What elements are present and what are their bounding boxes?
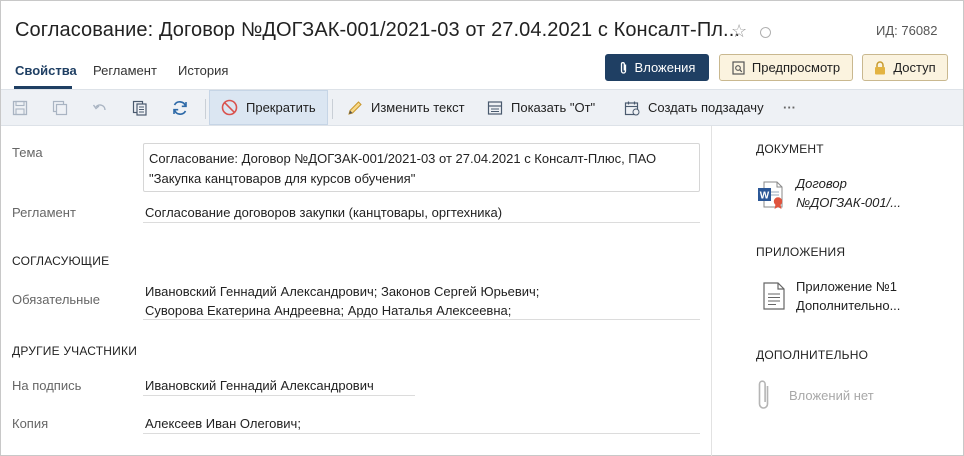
paperclip-icon bbox=[620, 61, 626, 74]
right-panel-divider bbox=[711, 126, 712, 456]
tab-reglament[interactable]: Регламент bbox=[93, 63, 157, 78]
save-close-icon[interactable] bbox=[50, 98, 70, 118]
undo-icon[interactable] bbox=[90, 98, 110, 118]
svg-text:W: W bbox=[760, 191, 770, 202]
mandatory-underline bbox=[143, 319, 700, 320]
extra-section-title: Дополнительно bbox=[756, 348, 869, 362]
appendix-link-line-2[interactable]: Дополнительно... bbox=[796, 296, 900, 315]
tema-label: Тема bbox=[12, 145, 43, 160]
reglament-label: Регламент bbox=[12, 205, 76, 220]
tab-properties[interactable]: Свойства bbox=[15, 63, 77, 78]
edit-text-button[interactable]: Изменить текст bbox=[347, 90, 465, 125]
copy-label: Копия bbox=[12, 416, 49, 431]
file-icon[interactable] bbox=[762, 281, 788, 311]
tema-line-1: Согласование: Договор №ДОГЗАК-001/2021-0… bbox=[149, 151, 657, 166]
paperclip-icon bbox=[756, 378, 772, 412]
attachments-button-label: Вложения bbox=[634, 60, 696, 75]
signer-value[interactable]: Ивановский Геннадий Александрович bbox=[145, 378, 374, 393]
others-section-title: Другие участники bbox=[12, 344, 138, 358]
circle-icon[interactable] bbox=[760, 27, 771, 38]
lock-icon bbox=[875, 60, 886, 74]
attachments-button[interactable]: Вложения bbox=[605, 54, 709, 81]
preview-icon bbox=[732, 60, 745, 75]
star-icon[interactable]: ☆ bbox=[731, 21, 747, 41]
stop-button[interactable]: Прекратить bbox=[209, 90, 328, 125]
mandatory-value-line-1[interactable]: Ивановский Геннадий Александрович; Закон… bbox=[145, 284, 539, 299]
copy-underline bbox=[143, 433, 700, 434]
reglament-underline bbox=[143, 222, 700, 223]
copy-value[interactable]: Алексеев Иван Олегович; bbox=[145, 416, 301, 431]
stop-icon bbox=[221, 99, 238, 116]
appendix-section-title: Приложения bbox=[756, 245, 846, 259]
no-attachments-text: Вложений нет bbox=[789, 388, 874, 403]
document-link-line-1[interactable]: Договор bbox=[796, 174, 847, 193]
show-from-button-label: Показать "От" bbox=[511, 100, 596, 115]
tema-field[interactable]: Согласование: Договор №ДОГЗАК-001/2021-0… bbox=[143, 143, 700, 192]
copy-icon[interactable] bbox=[130, 98, 150, 118]
edit-text-button-label: Изменить текст bbox=[371, 100, 465, 115]
signer-underline bbox=[143, 395, 415, 396]
refresh-icon[interactable] bbox=[170, 98, 190, 118]
document-id: ИД: 76082 bbox=[876, 23, 938, 38]
stop-button-label: Прекратить bbox=[246, 100, 316, 115]
create-subtask-button-label: Создать подзадачу bbox=[648, 100, 764, 115]
calendar-icon bbox=[624, 101, 640, 115]
preview-button[interactable]: Предпросмотр bbox=[719, 54, 853, 81]
access-button[interactable]: Доступ bbox=[862, 54, 948, 81]
word-document-icon[interactable]: W bbox=[757, 180, 787, 210]
toolbar-separator bbox=[205, 99, 206, 119]
pencil-icon bbox=[348, 100, 362, 115]
tema-line-2: "Закупка канцтоваров для курсов обучения… bbox=[149, 171, 416, 186]
show-from-button[interactable]: Показать "От" bbox=[487, 90, 595, 125]
signer-label: На подпись bbox=[12, 378, 82, 393]
save-icon[interactable] bbox=[10, 98, 30, 118]
list-icon bbox=[487, 100, 503, 115]
access-button-label: Доступ bbox=[893, 60, 936, 75]
approvers-section-title: Согласующие bbox=[12, 254, 110, 268]
more-button[interactable]: ··· bbox=[783, 90, 796, 125]
reglament-value[interactable]: Согласование договоров закупки (канцтова… bbox=[145, 205, 502, 220]
toolbar-separator bbox=[332, 99, 333, 119]
preview-button-label: Предпросмотр bbox=[751, 60, 841, 75]
document-link-line-2[interactable]: №ДОГЗАК-001/... bbox=[796, 193, 901, 212]
document-section-title: Документ bbox=[756, 142, 824, 156]
create-subtask-button[interactable]: Создать подзадачу bbox=[624, 90, 764, 125]
mandatory-value-line-2[interactable]: Суворова Екатерина Андреевна; Ардо Натал… bbox=[145, 303, 511, 318]
appendix-link-line-1[interactable]: Приложение №1 bbox=[796, 277, 897, 296]
mandatory-label: Обязательные bbox=[12, 292, 100, 307]
page-title: Согласование: Договор №ДОГЗАК-001/2021-0… bbox=[15, 19, 741, 41]
tab-history[interactable]: История bbox=[178, 63, 228, 78]
toolbar: Прекратить Изменить текст Показать "От" … bbox=[1, 89, 963, 126]
